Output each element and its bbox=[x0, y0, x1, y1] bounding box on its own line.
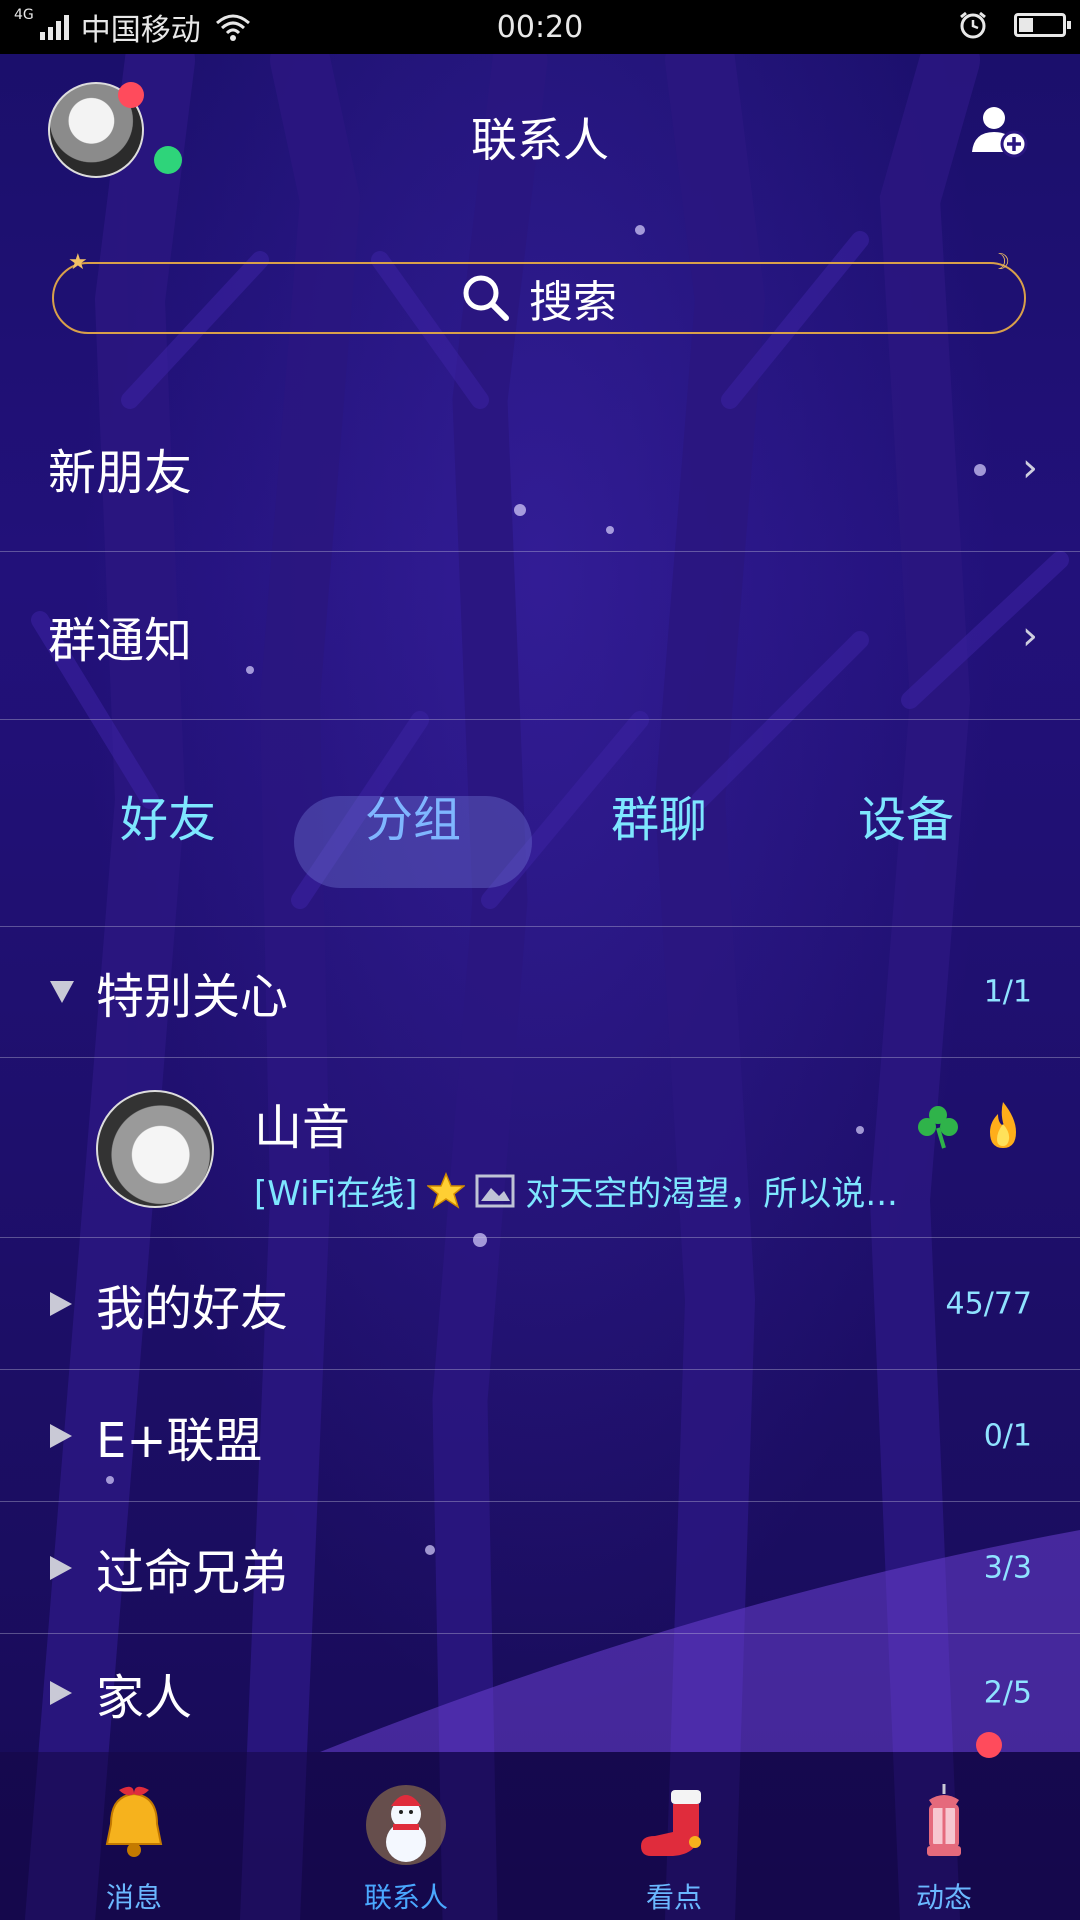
search-bar[interactable]: ★ ☽ 搜索 bbox=[52, 250, 1026, 334]
nav-label: 联系人 bbox=[363, 1881, 448, 1914]
contact-status: [WiFi在线] 对天空的渴望，所以说... bbox=[254, 1166, 898, 1215]
menu-label: 群通知 bbox=[48, 612, 193, 669]
group-row[interactable]: 我的好友 45/77 bbox=[0, 1238, 1080, 1370]
group-count: 1/1 bbox=[983, 974, 1032, 1009]
group-name: E+联盟 bbox=[96, 1412, 263, 1469]
star-badge-icon bbox=[427, 1171, 466, 1209]
contact-name: 山音 bbox=[254, 1100, 351, 1156]
clock: 00:20 bbox=[496, 10, 584, 45]
expand-arrow-icon bbox=[50, 980, 74, 1003]
notification-badge bbox=[976, 1732, 1002, 1758]
collapsed-arrow-icon bbox=[50, 1555, 72, 1580]
header: 联系人 bbox=[0, 54, 1080, 214]
menu-new-friends[interactable]: 新朋友 › bbox=[0, 384, 1080, 552]
battery-icon bbox=[1014, 13, 1071, 37]
group-row[interactable]: E+联盟 0/1 bbox=[0, 1370, 1080, 1502]
group-name: 家人 bbox=[96, 1670, 193, 1726]
search-label: 搜索 bbox=[529, 277, 617, 328]
contact-avatar[interactable] bbox=[96, 1090, 214, 1208]
contact-online-status: [WiFi在线] bbox=[254, 1174, 418, 1214]
nav-label: 消息 bbox=[105, 1881, 162, 1914]
group-row[interactable]: 过命兄弟 3/3 bbox=[0, 1502, 1080, 1634]
group-count: 45/77 bbox=[945, 1286, 1032, 1321]
group-special-care[interactable]: 特别关心 1/1 bbox=[0, 926, 1080, 1058]
tab-groups[interactable]: 分组 bbox=[293, 780, 533, 850]
menu-label: 新朋友 bbox=[48, 444, 193, 501]
chevron-right-icon: › bbox=[1022, 612, 1038, 659]
add-contact-icon[interactable] bbox=[970, 102, 1028, 160]
group-name: 我的好友 bbox=[96, 1280, 289, 1337]
nav-moments[interactable]: 动态 bbox=[844, 1732, 1044, 1920]
nav-label: 动态 bbox=[915, 1881, 972, 1914]
group-name: 特别关心 bbox=[96, 968, 289, 1025]
group-count: 3/3 bbox=[983, 1550, 1032, 1585]
search-icon bbox=[463, 275, 509, 321]
group-row[interactable]: 家人 2/5 bbox=[0, 1634, 1080, 1752]
flame-icon bbox=[990, 1102, 1016, 1148]
group-count: 0/1 bbox=[983, 1418, 1032, 1453]
battery-fill bbox=[1019, 18, 1033, 32]
contact-tabs: 好友 分组 群聊 设备 bbox=[0, 720, 1080, 927]
contact-item[interactable]: 山音 [WiFi在线] 对天空的渴望，所以说... bbox=[0, 1058, 1080, 1238]
status-bar: 4G 中国移动 00:20 bbox=[0, 0, 1080, 54]
snowman-icon bbox=[366, 1785, 446, 1865]
contact-signature: 对天空的渴望，所以说... bbox=[525, 1174, 898, 1214]
nav-contacts[interactable]: 联系人 bbox=[306, 1752, 506, 1920]
tab-devices[interactable]: 设备 bbox=[786, 780, 1026, 850]
menu-group-notifications[interactable]: 群通知 › bbox=[0, 552, 1080, 720]
group-name: 过命兄弟 bbox=[96, 1544, 289, 1601]
collapsed-arrow-icon bbox=[50, 1681, 72, 1705]
alarm-icon bbox=[960, 11, 986, 39]
page-title: 联系人 bbox=[471, 113, 609, 167]
stocking-icon bbox=[641, 1790, 701, 1856]
bottom-nav: 消息 联系人 看点 动态 bbox=[0, 1732, 1080, 1920]
collapsed-arrow-icon bbox=[50, 1423, 72, 1448]
tab-friends[interactable]: 好友 bbox=[48, 780, 288, 850]
bell-icon bbox=[105, 1786, 163, 1857]
nav-discover[interactable]: 看点 bbox=[574, 1752, 774, 1920]
nav-label: 看点 bbox=[645, 1881, 702, 1914]
clover-icon bbox=[918, 1106, 958, 1149]
star-deco-icon: ★ bbox=[68, 250, 88, 275]
tab-group-chats[interactable]: 群聊 bbox=[539, 780, 779, 850]
moon-deco-icon: ☽ bbox=[990, 250, 1010, 275]
nav-messages[interactable]: 消息 bbox=[34, 1752, 234, 1920]
collapsed-arrow-icon bbox=[50, 1291, 72, 1316]
group-count: 2/5 bbox=[983, 1675, 1032, 1711]
image-icon bbox=[475, 1174, 515, 1207]
lantern-icon bbox=[927, 1784, 961, 1856]
chevron-right-icon: › bbox=[1022, 444, 1038, 491]
